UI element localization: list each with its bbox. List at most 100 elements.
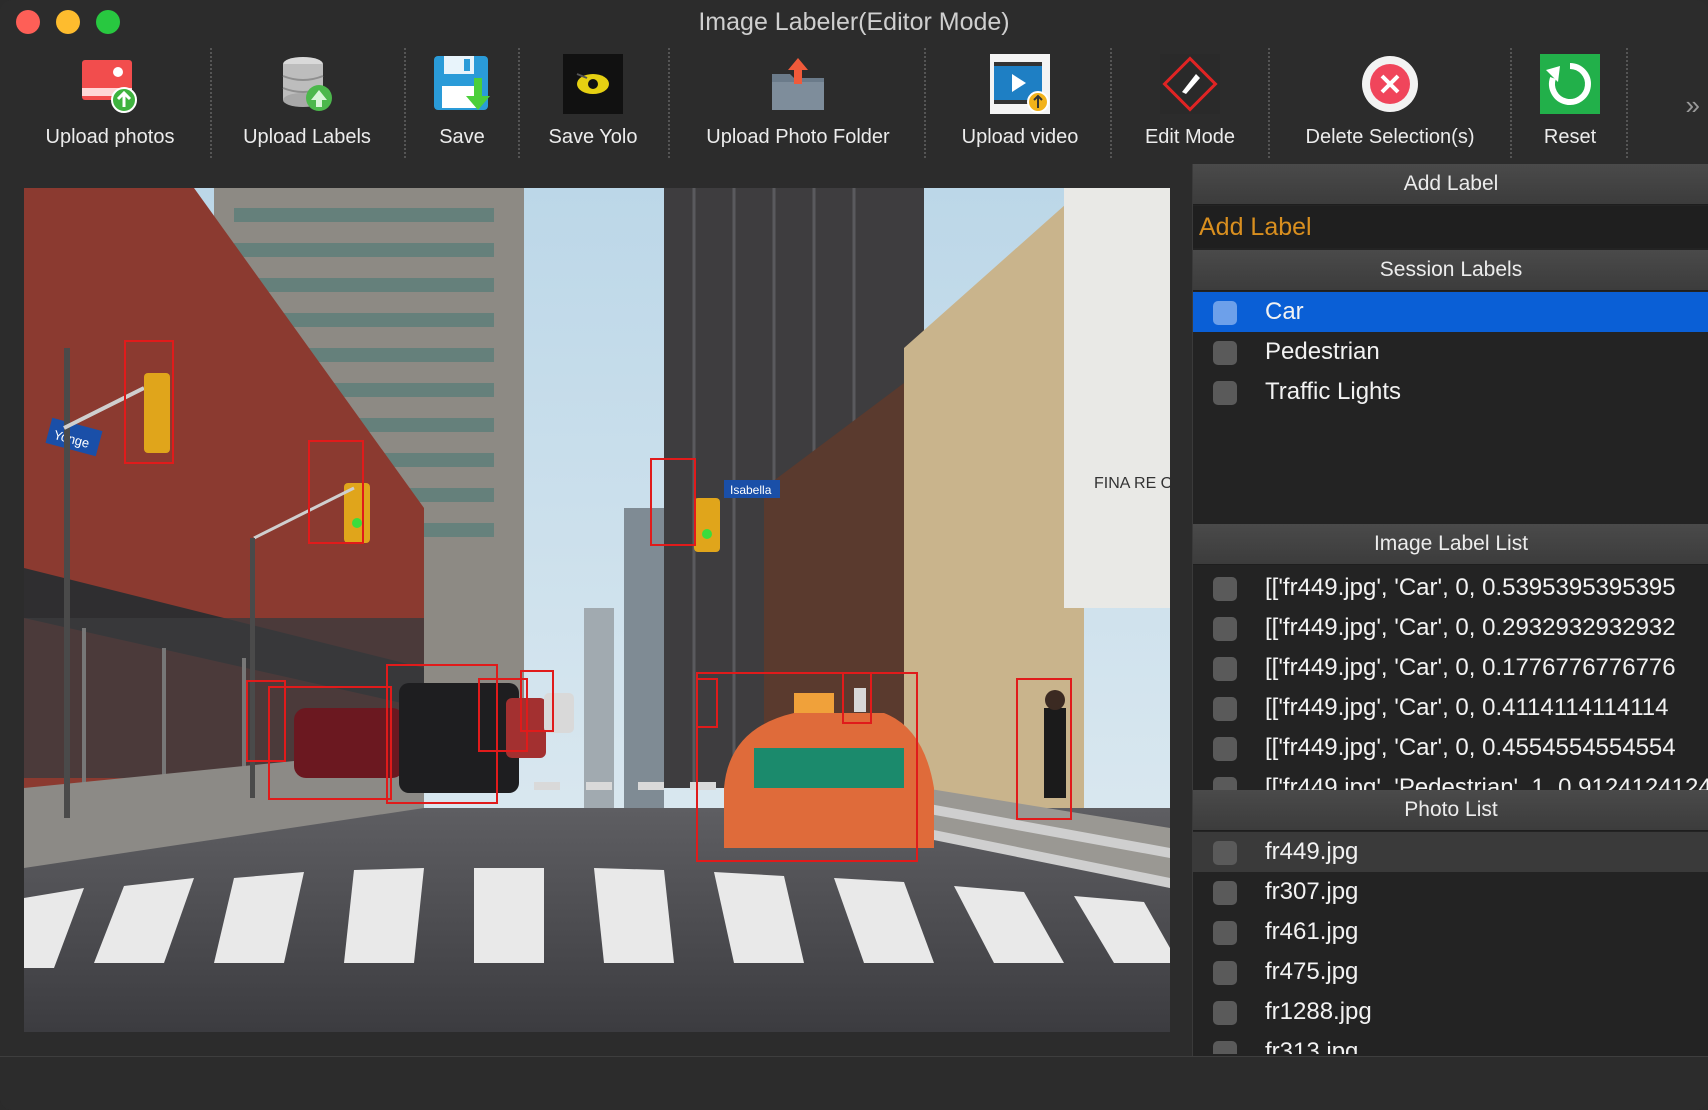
image-label-text: [['fr449.jpg', 'Pedestrian', 1, 0.912412… — [1265, 774, 1708, 790]
upload-photos-label: Upload photos — [45, 126, 175, 148]
upload-photo-folder-button[interactable]: Upload Photo Folder — [690, 44, 906, 164]
image-label-item[interactable]: [['fr449.jpg', 'Car', 0, 0.1776776776776 — [1193, 648, 1708, 688]
photo-checkbox[interactable] — [1213, 881, 1237, 905]
floppy-save-icon — [434, 56, 490, 110]
app-window: Image Labeler(Editor Mode) Upload photos — [0, 0, 1708, 1110]
image-label-list[interactable]: [['fr449.jpg', 'Car', 0, 0.5395395395395… — [1193, 568, 1708, 790]
video-upload-icon — [990, 54, 1050, 114]
photo-checkbox[interactable] — [1213, 1001, 1237, 1025]
session-label-checkbox[interactable] — [1213, 301, 1237, 325]
window-title: Image Labeler(Editor Mode) — [698, 8, 1010, 36]
bbox-pedestrian[interactable] — [1016, 678, 1072, 820]
save-yolo-button[interactable]: Save Yolo — [528, 44, 658, 164]
upload-photos-icon — [82, 60, 137, 113]
database-upload-icon — [282, 57, 332, 111]
image-label-text: [['fr449.jpg', 'Car', 0, 0.5395395395395 — [1265, 574, 1676, 601]
yolo-eye-icon — [563, 54, 623, 114]
photo-name: fr475.jpg — [1265, 958, 1359, 985]
save-yolo-label: Save Yolo — [548, 126, 638, 148]
photo-item[interactable]: fr1288.jpg — [1193, 992, 1708, 1032]
image-label-text: [['fr449.jpg', 'Car', 0, 0.4114114114114 — [1265, 694, 1669, 721]
photo-item[interactable]: fr307.jpg — [1193, 872, 1708, 912]
save-button[interactable]: Save — [412, 44, 512, 164]
session-label-item[interactable]: Pedestrian — [1193, 332, 1708, 372]
image-label-item[interactable]: [['fr449.jpg', 'Car', 0, 0.2932932932932 — [1193, 608, 1708, 648]
title-bar: Image Labeler(Editor Mode) — [0, 0, 1708, 44]
upload-video-label: Upload video — [961, 126, 1079, 148]
reset-refresh-icon — [1540, 54, 1600, 114]
delete-x-icon — [1362, 56, 1418, 112]
edit-mode-button[interactable]: Edit Mode — [1130, 44, 1250, 164]
toolbar-separator — [1626, 48, 1628, 158]
session-label-item[interactable]: Car — [1193, 292, 1708, 332]
add-label-header: Add Label — [1193, 164, 1708, 205]
photo-checkbox[interactable] — [1213, 841, 1237, 865]
toolbar-separator — [668, 48, 670, 158]
right-panel: Add Label Session Labels Car Pedestrian … — [1192, 164, 1708, 1056]
street-sign-text-2: Isabella — [730, 483, 772, 497]
folder-upload-icon — [772, 58, 824, 110]
add-label-input[interactable] — [1193, 206, 1708, 248]
photo-name: fr461.jpg — [1265, 918, 1359, 945]
photo-checkbox[interactable] — [1213, 1041, 1237, 1054]
image-label-checkbox[interactable] — [1213, 657, 1237, 681]
bbox-pedestrian[interactable] — [696, 678, 718, 728]
image-label-checkbox[interactable] — [1213, 697, 1237, 721]
photo-list[interactable]: fr449.jpg fr307.jpg fr461.jpg fr475.jpg … — [1193, 832, 1708, 1054]
image-label-text: [['fr449.jpg', 'Car', 0, 0.2932932932932 — [1265, 614, 1676, 641]
photo-item[interactable]: fr313.jpg — [1193, 1032, 1708, 1054]
toolbar-separator — [1510, 48, 1512, 158]
toolbar-overflow-icon[interactable]: » — [1686, 90, 1701, 121]
upload-video-button[interactable]: Upload video — [940, 44, 1100, 164]
toolbar-separator — [210, 48, 212, 158]
image-label-item[interactable]: [['fr449.jpg', 'Car', 0, 0.4554554554554 — [1193, 728, 1708, 768]
bbox-car[interactable] — [696, 672, 918, 862]
street-scene-photo: FINA RE OF SU Yonge Isabella — [24, 188, 1170, 1032]
image-label-item[interactable]: [['fr449.jpg', 'Car', 0, 0.4114114114114 — [1193, 688, 1708, 728]
bbox-traffic-light[interactable] — [124, 340, 174, 464]
upload-photos-button[interactable]: Upload photos — [20, 44, 200, 164]
image-canvas[interactable]: FINA RE OF SU Yonge Isabella — [24, 188, 1170, 1032]
upload-labels-button[interactable]: Upload Labels — [222, 44, 392, 164]
toolbar-separator — [1110, 48, 1112, 158]
image-label-item[interactable]: [['fr449.jpg', 'Pedestrian', 1, 0.912412… — [1193, 768, 1708, 790]
bbox-car[interactable] — [268, 686, 392, 800]
status-bar — [0, 1056, 1708, 1110]
session-label-checkbox[interactable] — [1213, 341, 1237, 365]
photo-item[interactable]: fr461.jpg — [1193, 912, 1708, 952]
save-label: Save — [439, 126, 485, 148]
bbox-traffic-light[interactable] — [308, 440, 364, 544]
image-label-checkbox[interactable] — [1213, 617, 1237, 641]
session-label-checkbox[interactable] — [1213, 381, 1237, 405]
session-label-text: Traffic Lights — [1265, 378, 1402, 405]
session-label-item[interactable]: Traffic Lights — [1193, 372, 1708, 412]
delete-selection-button[interactable]: Delete Selection(s) — [1290, 44, 1490, 164]
delete-selection-label: Delete Selection(s) — [1305, 126, 1475, 148]
photo-name: fr307.jpg — [1265, 878, 1359, 905]
add-label-field-wrap — [1193, 206, 1708, 248]
image-label-checkbox[interactable] — [1213, 577, 1237, 601]
image-label-item[interactable]: [['fr449.jpg', 'Car', 0, 0.5395395395395 — [1193, 568, 1708, 608]
photo-name: fr1288.jpg — [1265, 998, 1372, 1025]
photo-checkbox[interactable] — [1213, 921, 1237, 945]
session-label-text: Car — [1265, 298, 1304, 325]
bbox-traffic-light[interactable] — [650, 458, 696, 546]
photo-item[interactable]: fr475.jpg — [1193, 952, 1708, 992]
bbox-car[interactable] — [520, 670, 554, 732]
upload-labels-label: Upload Labels — [243, 126, 371, 148]
photo-name: fr313.jpg — [1265, 1038, 1359, 1054]
photo-checkbox[interactable] — [1213, 961, 1237, 985]
billboard-text: FINA RE OF SU — [1094, 475, 1170, 492]
toolbar-separator — [404, 48, 406, 158]
pencil-edit-icon — [1160, 54, 1220, 114]
reset-button[interactable]: Reset — [1522, 44, 1618, 164]
upload-photo-folder-label: Upload Photo Folder — [706, 126, 890, 148]
image-label-checkbox[interactable] — [1213, 737, 1237, 761]
toolbar-separator — [1268, 48, 1270, 158]
photo-item[interactable]: fr449.jpg — [1193, 832, 1708, 872]
edit-mode-label: Edit Mode — [1144, 126, 1236, 148]
toolbar: Upload photos Upload Labels Save Save Yo… — [0, 44, 1708, 164]
image-label-text: [['fr449.jpg', 'Car', 0, 0.1776776776776 — [1265, 654, 1676, 681]
bbox-pedestrian[interactable] — [842, 672, 872, 724]
image-label-checkbox[interactable] — [1213, 777, 1237, 790]
